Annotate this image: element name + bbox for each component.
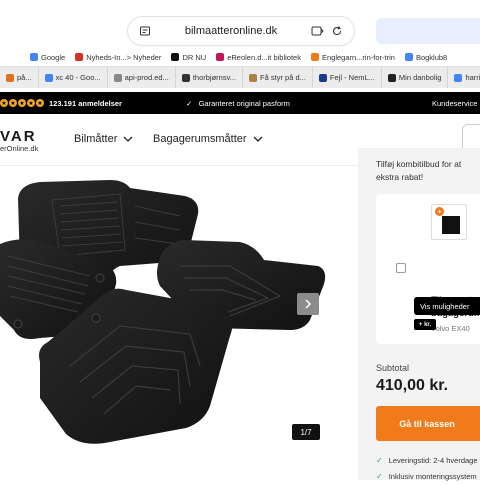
- bookmark-bogklub[interactable]: Bogklub8: [404, 53, 447, 62]
- star-icon: ★: [36, 99, 44, 107]
- checkout-button[interactable]: Gå til kassen: [376, 406, 480, 441]
- nav-bilmatter[interactable]: Bilmåtter: [74, 133, 133, 145]
- nav-bagagerumsmatter[interactable]: Bagagerumsmåtter: [153, 133, 263, 145]
- next-image-button[interactable]: [297, 293, 319, 315]
- address-bar[interactable]: bilmaatteronline.dk: [128, 17, 354, 45]
- star-icon: ★: [27, 99, 35, 107]
- show-options-button[interactable]: Vis muligheder: [414, 297, 480, 315]
- tab-7[interactable]: Min danbolig: [382, 67, 449, 88]
- bundle-text: Tilføj kombitilbud for at ekstra rabat!: [376, 159, 462, 182]
- chevron-down-icon: [253, 134, 263, 144]
- toolbar-highlight: [376, 18, 480, 44]
- tab-favicon: [249, 73, 258, 82]
- tab-favicon: [113, 73, 122, 82]
- checkmark-icon: ✓: [186, 98, 193, 108]
- tab-favicon: [387, 73, 396, 82]
- bundle-product-model: Volvo EX40: [431, 324, 470, 333]
- review-count[interactable]: 123.191 anmeldelser: [49, 99, 122, 108]
- chevron-down-icon: [123, 134, 133, 144]
- tab-8[interactable]: harris: [448, 67, 480, 88]
- englegarn-icon: [310, 53, 319, 61]
- star-icon: ★: [9, 99, 17, 107]
- news-icon: [75, 53, 84, 61]
- image-counter: 1/7: [292, 424, 320, 440]
- bookmark-google[interactable]: Google: [30, 53, 65, 62]
- page-settings-icon[interactable]: [138, 24, 152, 38]
- bookmark-englegarn[interactable]: Englegarn...rin-for-trin: [310, 53, 395, 62]
- trunk-mat-image: [442, 216, 460, 234]
- bookmark-dr[interactable]: DR NU: [171, 53, 206, 62]
- translate-icon[interactable]: [310, 24, 324, 38]
- tab-6[interactable]: Fejl - NemL...: [313, 67, 382, 88]
- tab-favicon: [318, 73, 327, 82]
- plus-icon: +: [435, 207, 444, 216]
- customer-service-link[interactable]: Kundeservice: [432, 99, 477, 108]
- promo-bar: ★ ★ ★ ★ ★ 123.191 anmeldelser ✓ Garanter…: [0, 92, 480, 114]
- browser-toolbar: bilmaatteronline.dk: [0, 0, 480, 46]
- url-text[interactable]: bilmaatteronline.dk: [152, 25, 310, 37]
- bookmarks-bar: Google Nyheds-In...> Nyheder DR NU eReol…: [0, 46, 480, 68]
- google-icon: [30, 53, 38, 61]
- star-icon: ★: [18, 99, 26, 107]
- tab-1[interactable]: på...: [0, 67, 39, 88]
- tab-strip: på... xc 40 - Goo... api-prod.ed... thor…: [0, 66, 480, 88]
- tab-2[interactable]: xc 40 - Goo...: [39, 67, 108, 88]
- tab-favicon: [6, 73, 14, 82]
- google-icon: [44, 73, 53, 82]
- bogklub-icon: [404, 53, 413, 61]
- tab-5[interactable]: Få styr på d...: [243, 67, 313, 88]
- product-gallery: 1/7: [0, 166, 358, 480]
- site-logo[interactable]: VAR: [0, 128, 37, 145]
- add-price-button[interactable]: + kr.: [414, 319, 436, 330]
- rating-stars: ★ ★ ★ ★ ★: [0, 99, 44, 107]
- tab-3[interactable]: api-prod.ed...: [108, 67, 176, 88]
- chevron-right-icon: [305, 299, 312, 309]
- dr-icon: [171, 53, 180, 61]
- bundle-checkbox[interactable]: [396, 263, 406, 273]
- subtotal-value: 410,00 kr.: [376, 377, 449, 394]
- checkmark-icon: ✓: [376, 456, 383, 465]
- guarantee-text: ✓ Garanteret original pasform: [186, 98, 290, 108]
- subtotal-label: Subtotal: [376, 363, 410, 373]
- site-logo-subtitle: erOnline.dk: [0, 144, 39, 153]
- tab-favicon: [181, 73, 190, 82]
- bookmark-nyheds[interactable]: Nyheds-In...> Nyheder: [75, 53, 161, 62]
- google-icon: [454, 73, 463, 82]
- tab-4[interactable]: thorbjørnsv...: [176, 67, 244, 88]
- usp-delivery: ✓ Leveringstid: 2-4 hverdage: [376, 456, 478, 465]
- bookmark-ereolen[interactable]: eReolen.d...it bibliotek: [216, 53, 301, 62]
- reload-icon[interactable]: [330, 24, 344, 38]
- ereolen-icon: [216, 53, 225, 61]
- star-icon: ★: [0, 99, 8, 107]
